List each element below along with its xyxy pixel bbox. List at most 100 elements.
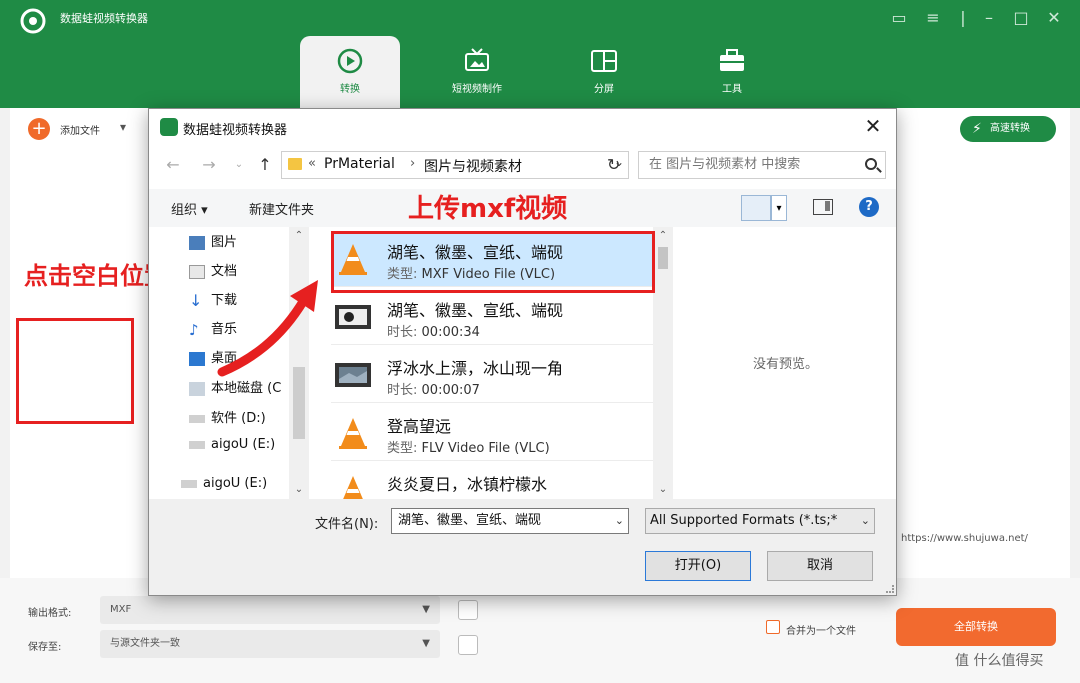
- recent-dropdown-icon[interactable]: ⌄: [229, 155, 249, 175]
- chevron-down-icon[interactable]: ▾: [120, 120, 126, 134]
- file-name: 登高望远: [387, 417, 452, 436]
- add-file-icon[interactable]: +: [28, 118, 50, 140]
- annotation-box: [16, 318, 134, 424]
- up-arrow-icon[interactable]: ↑: [255, 155, 275, 175]
- preview-pane: 没有预览。: [675, 227, 896, 499]
- convert-all-button[interactable]: 全部转换: [896, 608, 1056, 646]
- tab-split-screen[interactable]: 分屏: [554, 36, 654, 108]
- watermark: 值 什么值得买: [955, 653, 1044, 669]
- dialog-footer: 文件名(N): 湖笔、徽墨、宣纸、端砚 ⌄ All Supported Form…: [149, 499, 896, 595]
- annotation-arrow-icon: [217, 280, 318, 377]
- chevron-up-icon[interactable]: ⌃: [653, 227, 673, 245]
- annotation-click-blank: 点击空白位置: [24, 262, 168, 290]
- split-screen-icon: [591, 50, 617, 72]
- maximize-icon[interactable]: □: [1010, 7, 1032, 29]
- chevron-right-icon: ›: [410, 156, 416, 171]
- filename-label: 文件名(N):: [315, 517, 379, 532]
- format-settings-icon[interactable]: [458, 600, 478, 620]
- save-to-label: 保存至:: [28, 642, 62, 653]
- chevron-down-icon[interactable]: ▾: [771, 195, 787, 221]
- forward-arrow-icon[interactable]: →: [199, 155, 219, 175]
- file-type-value: All Supported Formats (*.ts;*: [650, 513, 838, 528]
- divider-icon: |: [960, 8, 966, 27]
- tab-short-video[interactable]: 短视频制作: [427, 36, 527, 108]
- merge-label: 合并为一个文件: [786, 626, 856, 637]
- refresh-icon[interactable]: ↻: [607, 155, 620, 174]
- back-arrow-icon[interactable]: ←: [163, 155, 183, 175]
- vlc-cone-icon: [339, 418, 367, 449]
- merge-checkbox[interactable]: [766, 620, 780, 634]
- folder-icon[interactable]: [458, 635, 478, 655]
- nav-item-aigou-e-2[interactable]: aigoU (E:): [181, 476, 267, 491]
- close-icon[interactable]: ✕: [860, 113, 886, 139]
- folder-icon: [288, 158, 302, 170]
- help-icon[interactable]: ?: [859, 197, 879, 217]
- organize-button[interactable]: 组织 ▾: [171, 199, 208, 218]
- chevron-down-icon[interactable]: ⌄: [615, 509, 624, 533]
- pictures-icon: [189, 235, 205, 250]
- tab-label: 转换: [340, 84, 360, 95]
- cancel-button[interactable]: 取消: [767, 551, 873, 581]
- file-item[interactable]: 炎炎夏日，冰镇柠檬水: [331, 463, 657, 499]
- output-format-value: MXF: [110, 604, 132, 615]
- tv-icon: [465, 48, 489, 71]
- tab-convert[interactable]: 转换: [300, 36, 400, 108]
- view-details-icon[interactable]: [741, 195, 771, 221]
- save-to-value: 与源文件夹一致: [110, 638, 180, 649]
- chevron-down-icon: ▼: [422, 638, 430, 649]
- nav-item-pictures[interactable]: 图片: [189, 231, 237, 250]
- address-bar[interactable]: « PrMaterial › 图片与视频素材 ⌄: [281, 151, 629, 179]
- tab-tools[interactable]: 工具: [682, 36, 782, 108]
- nav-item-aigou-e[interactable]: aigoU (E:): [189, 437, 275, 452]
- app-logo-icon: [160, 118, 178, 136]
- toolbox-icon: [720, 49, 744, 71]
- chevron-down-icon: ▼: [422, 604, 430, 615]
- video-thumbnail: [335, 305, 371, 329]
- drive-icon: [189, 440, 205, 449]
- chevron-down-icon: ⌄: [858, 509, 870, 533]
- chevron-down-icon[interactable]: ⌄: [653, 481, 673, 499]
- close-app-icon[interactable]: ✕: [1043, 7, 1065, 29]
- open-button[interactable]: 打开(O): [645, 551, 751, 581]
- file-item[interactable]: 湖笔、徽墨、宣纸、端砚 时长: 00:00:34: [331, 289, 657, 345]
- menu-icon[interactable]: ≡: [922, 7, 944, 29]
- breadcrumb-prmaterial[interactable]: PrMaterial: [324, 156, 395, 172]
- output-format-select[interactable]: MXF ▼: [100, 596, 440, 624]
- preview-pane-icon[interactable]: [813, 199, 833, 215]
- feedback-icon[interactable]: ▭: [888, 7, 910, 29]
- file-name: 湖笔、徽墨、宣纸、端砚: [387, 301, 564, 320]
- search-input[interactable]: 在 图片与视频素材 中搜索: [638, 151, 886, 179]
- filename-input[interactable]: 湖笔、徽墨、宣纸、端砚 ⌄: [391, 508, 629, 534]
- save-to-select[interactable]: 与源文件夹一致 ▼: [100, 630, 440, 658]
- site-url: https://www.shujuwa.net/: [901, 533, 1028, 544]
- breadcrumb-current[interactable]: 图片与视频素材: [424, 156, 522, 176]
- file-item[interactable]: 浮冰水上漂，冰山现一角 时长: 00:00:07: [331, 347, 657, 403]
- file-meta: 时长: 00:00:34: [387, 325, 480, 340]
- file-meta: 类型: FLV Video File (VLC): [387, 441, 550, 456]
- annotation-upload-mxf: 上传mxf视频: [408, 194, 568, 224]
- dialog-titlebar: 数据蛙视频转换器 ✕: [149, 109, 896, 145]
- resize-grip[interactable]: [886, 585, 894, 593]
- scroll-thumb[interactable]: [658, 247, 668, 269]
- chevron-up-icon[interactable]: ⌃: [289, 227, 309, 245]
- filename-value: 湖笔、徽墨、宣纸、端砚: [398, 513, 542, 528]
- drive-icon: [181, 479, 197, 488]
- lightning-icon: ⚡: [972, 121, 982, 137]
- file-item[interactable]: 登高望远 类型: FLV Video File (VLC): [331, 405, 657, 461]
- app-title: 数据蛙视频转换器: [60, 12, 148, 25]
- file-type-select[interactable]: All Supported Formats (*.ts;* ⌄: [645, 508, 875, 534]
- breadcrumb-overflow[interactable]: «: [308, 156, 316, 171]
- app-logo-icon: [20, 8, 46, 34]
- fast-convert-button[interactable]: ⚡ 高速转换: [960, 116, 1056, 142]
- file-meta: 时长: 00:00:07: [387, 383, 480, 398]
- new-folder-button[interactable]: 新建文件夹: [249, 199, 314, 218]
- chevron-down-icon[interactable]: ⌄: [289, 481, 309, 499]
- file-list-scrollbar[interactable]: ⌃ ⌄: [653, 227, 673, 499]
- nav-item-software-d[interactable]: 软件 (D:): [189, 407, 266, 426]
- tab-label: 分屏: [594, 84, 614, 95]
- convert-icon: [337, 48, 363, 74]
- minimize-icon[interactable]: –: [978, 7, 1000, 29]
- add-file-label[interactable]: 添加文件: [60, 122, 100, 137]
- disk-icon: [189, 381, 205, 396]
- app-header: 数据蛙视频转换器 ▭ ≡ | – □ ✕ 转换 短视频制作 分屏 工具: [0, 0, 1080, 108]
